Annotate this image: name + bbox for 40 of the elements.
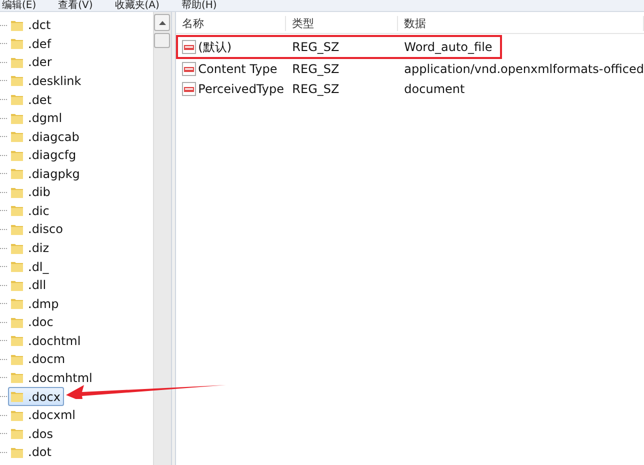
value-name: (默认) (198, 38, 232, 56)
tree-item[interactable]: .dct (8, 16, 55, 35)
menu-item[interactable]: 编辑(E) (2, 0, 36, 11)
tree-item[interactable]: .doc (8, 312, 58, 332)
tree-item[interactable]: .dll (8, 276, 50, 295)
tree-item[interactable]: .diagpkg (8, 164, 84, 184)
tree-item[interactable]: .def (8, 34, 56, 54)
tree-item[interactable]: .dot (8, 442, 56, 462)
menu-item[interactable]: 帮助(H) (181, 0, 217, 11)
value-type: REG_SZ (292, 40, 340, 54)
menu-item[interactable]: 收藏夹(A) (114, 0, 160, 11)
tree-item[interactable]: .docxml (8, 406, 80, 425)
value-data: document (404, 82, 465, 96)
tree-item[interactable]: .dos (8, 424, 58, 444)
tree-item[interactable]: .docmhtml (8, 368, 96, 388)
column-header[interactable]: 类型 (286, 16, 398, 31)
value-data: Word_auto_file (404, 40, 492, 54)
tree-item[interactable]: .docm (8, 350, 70, 369)
menu-item[interactable]: 查看(V) (58, 0, 93, 11)
tree-item[interactable]: .der (8, 52, 56, 72)
value-type: REG_SZ (292, 82, 340, 96)
tree-item[interactable]: .dl_ (8, 257, 53, 276)
tree-item[interactable]: .diz (8, 238, 54, 258)
tree-item[interactable]: .det (8, 90, 56, 110)
tree-item[interactable]: .dmp (8, 294, 63, 314)
tree-item[interactable]: .dochtml (8, 331, 85, 350)
tree-item[interactable]: .diagcab (8, 127, 84, 146)
value-data: application/vnd.openxmlformats-officed (404, 62, 644, 76)
tree-item[interactable]: .disco (8, 220, 67, 239)
value-type: REG_SZ (292, 62, 340, 76)
tree-item[interactable]: .dgml (8, 108, 66, 128)
tree-item[interactable]: .dic (8, 201, 54, 220)
tree-item[interactable]: .diagcfg (8, 146, 80, 165)
tree-item[interactable]: .docx (8, 387, 64, 406)
column-header[interactable]: 数据 (398, 16, 644, 31)
tree-item[interactable]: .desklink (8, 71, 86, 90)
value-name: PerceivedType (198, 82, 284, 96)
value-name: Content Type (198, 62, 278, 76)
column-header[interactable]: 名称 (176, 16, 286, 31)
tree-item[interactable]: .dib (8, 182, 54, 202)
